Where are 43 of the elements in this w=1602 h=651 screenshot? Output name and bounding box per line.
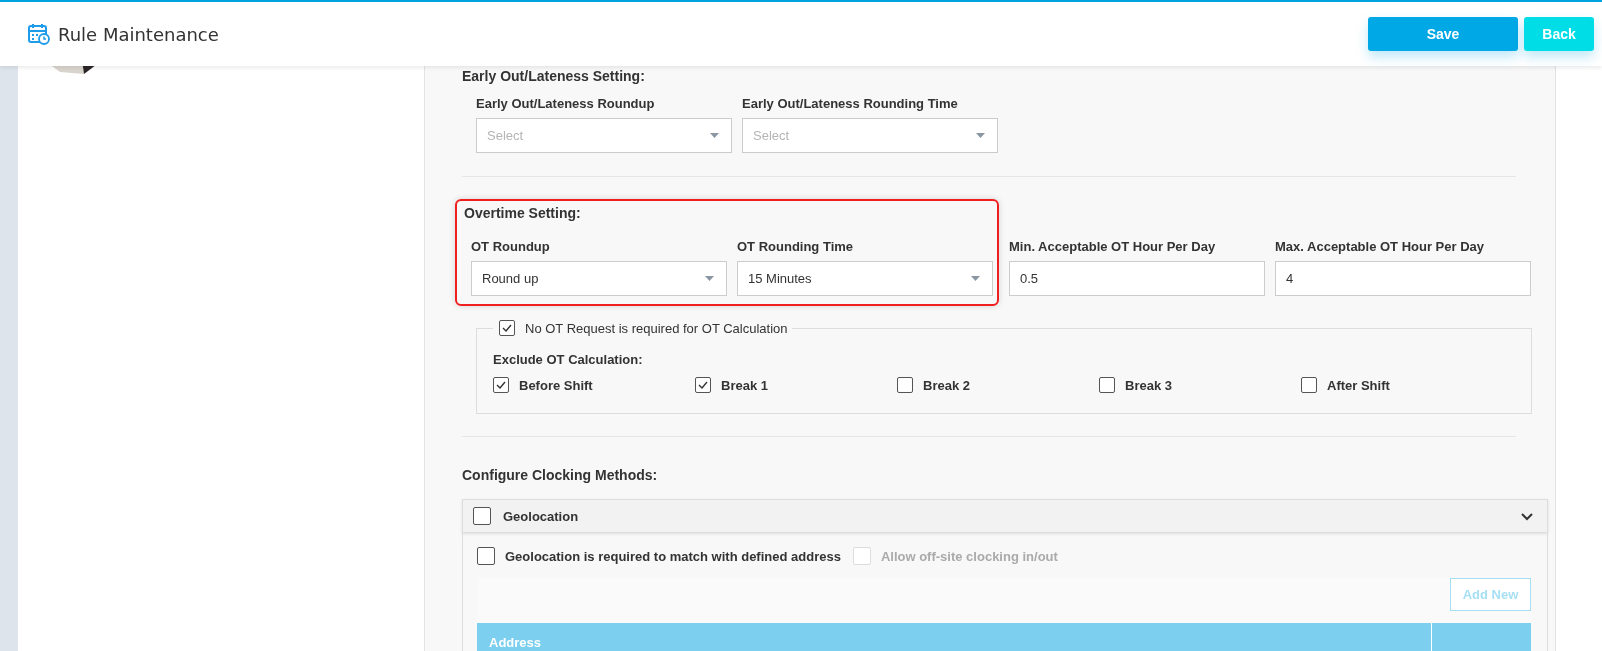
field-label: OT Rounding Time <box>737 239 855 254</box>
chevron-icon[interactable] <box>1521 513 1533 521</box>
checkbox-label: After Shift <box>1327 377 1390 393</box>
section-title: Overtime Setting: <box>464 205 582 221</box>
checkbox-label: Break 1 <box>721 377 768 393</box>
check-icon <box>502 324 512 332</box>
checkbox[interactable] <box>695 377 711 393</box>
checkbox-label: Break 2 <box>923 377 970 393</box>
caret-icon <box>705 276 714 281</box>
checkbox[interactable] <box>477 547 495 565</box>
section-title: Early Out/Lateness Setting: <box>462 68 646 84</box>
field-label: Early Out/Lateness Roundup <box>476 96 656 111</box>
field-label: Early Out/Lateness Rounding Time <box>742 96 959 111</box>
field-label: Min. Acceptable OT Hour Per Day <box>1009 239 1217 254</box>
field-label: Max. Acceptable OT Hour Per Day <box>1275 239 1486 254</box>
column-header: Address <box>488 634 543 651</box>
checkbox-label: Allow off-site clocking in/out <box>880 548 1058 564</box>
dropdown[interactable]: 15 Minutes <box>737 261 993 296</box>
check-icon <box>496 381 506 389</box>
checkbox-label: Geolocation is required to match with defined address <box>505 548 841 564</box>
input-field[interactable]: 0.5 <box>1009 261 1265 296</box>
checkbox[interactable] <box>499 320 515 336</box>
check-icon <box>698 381 708 389</box>
accordion-title: Geolocation <box>503 508 580 524</box>
accordion-header[interactable]: Geolocation <box>462 499 1548 533</box>
caret-icon <box>971 276 980 281</box>
checkbox-label: No OT Request is required for OT Calculation <box>525 320 788 336</box>
checkbox[interactable] <box>897 377 913 393</box>
checkbox-label: Break 3 <box>1125 377 1172 393</box>
caret-icon <box>976 133 985 138</box>
checkbox[interactable] <box>493 377 509 393</box>
page-title: Rule Maintenance <box>58 23 220 45</box>
section-title: Configure Clocking Methods: <box>462 467 659 483</box>
caret-icon <box>710 133 719 138</box>
dropdown[interactable]: Round up <box>471 261 727 296</box>
checkbox[interactable] <box>1099 377 1115 393</box>
checkbox[interactable] <box>1301 377 1317 393</box>
input-field[interactable]: 4 <box>1275 261 1531 296</box>
group-title: Exclude OT Calculation: <box>493 352 644 367</box>
field-label: OT Roundup <box>471 239 551 254</box>
checkbox-label: Before Shift <box>519 377 593 393</box>
checkbox[interactable] <box>473 507 491 525</box>
calendar-clock-icon <box>28 23 50 45</box>
